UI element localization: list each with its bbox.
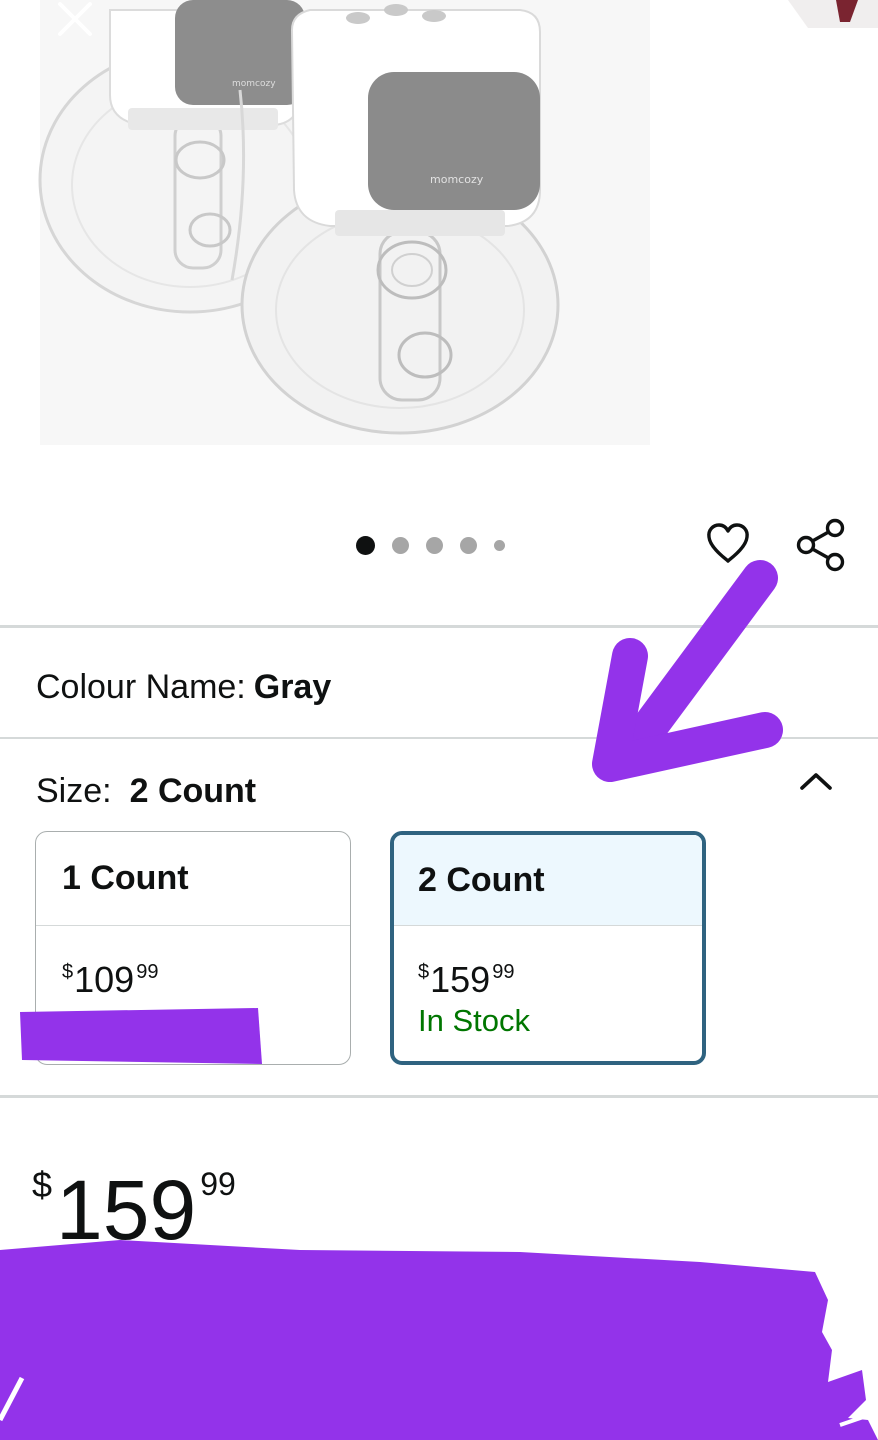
pager-dot[interactable] [392,537,409,554]
chevron-up-icon[interactable] [796,764,836,800]
share-icon[interactable] [795,517,847,573]
annotation-scribble [0,1240,878,1440]
size-option-2-count[interactable]: 2 Count $159 99 In Stock [390,831,706,1065]
annotation-scribble-mark [839,1410,878,1427]
price-symbol: $ [32,1164,53,1205]
size-option-1-count[interactable]: 1 Count $109 99 [35,831,351,1065]
price-whole: 159 [430,959,491,1000]
price-whole: 159 [56,1163,197,1257]
pager-dot-active[interactable] [356,536,375,555]
pager-dot[interactable] [460,537,477,554]
size-option-name: 1 Count [36,832,350,926]
product-price: $159 99 [32,1134,236,1260]
size-option-price: $159 99 [418,950,514,1002]
price-symbol: $ [418,961,430,983]
colour-name-value: Gray [253,668,332,706]
colour-name-row: Colour Name: Gray [36,664,331,710]
divider [0,1095,878,1098]
close-icon[interactable] [48,0,104,42]
pager-dot[interactable] [494,540,505,551]
divider [0,737,878,739]
pager-dot[interactable] [426,537,443,554]
price-fraction: 99 [136,961,159,983]
size-label: Size: [36,772,112,810]
product-image-gallery[interactable]: momcozy momcozy [0,0,878,500]
price-symbol: $ [62,961,74,983]
heart-icon[interactable] [704,520,752,568]
price-fraction: 99 [200,1166,236,1202]
price-fraction: 99 [492,961,515,983]
breast-pump-product-image: momcozy momcozy [38,0,560,435]
size-selector-header[interactable]: Size: 2 Count [36,768,256,814]
size-option-stock: In Stock [418,1003,530,1038]
size-option-price: $109 99 [62,950,158,1002]
image-pager[interactable] [356,536,505,555]
price-whole: 109 [74,959,135,1000]
corner-box-graphic [788,0,878,28]
svg-text:momcozy: momcozy [430,173,484,186]
colour-name-label: Colour Name: [36,668,246,706]
size-value: 2 Count [129,772,257,810]
size-option-name: 2 Count [394,835,702,926]
annotation-scribble-mark [0,1376,25,1422]
divider [0,625,878,628]
svg-text:momcozy: momcozy [232,79,276,89]
